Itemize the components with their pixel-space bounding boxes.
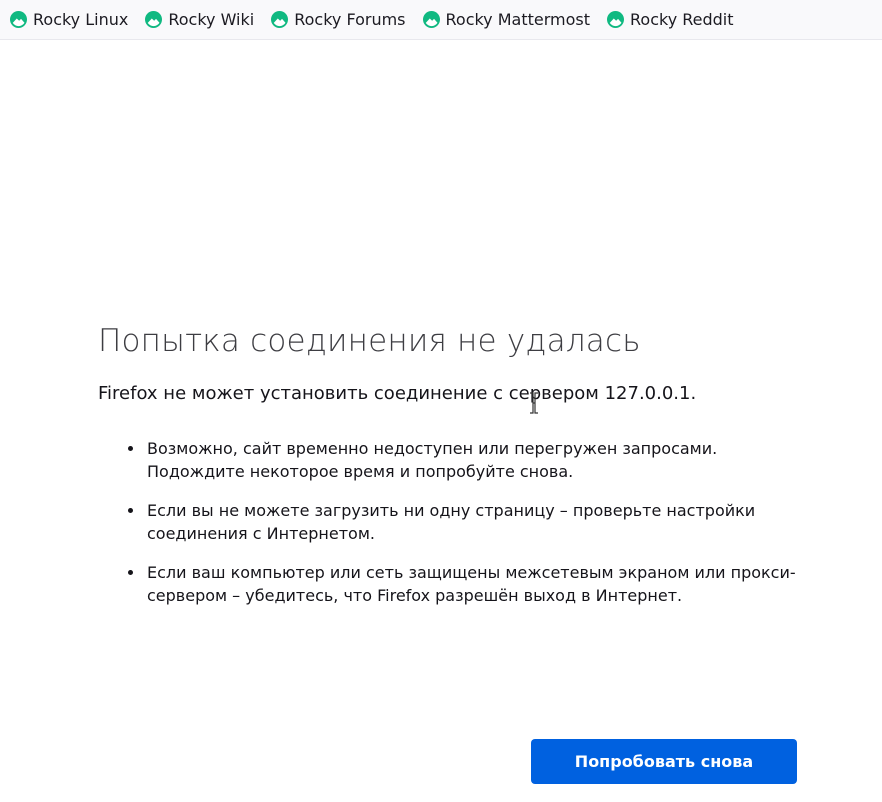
rocky-logo-icon	[10, 11, 27, 28]
bookmark-label: Rocky Reddit	[630, 10, 734, 29]
suggestion-item: Возможно, сайт временно недоступен или п…	[145, 437, 798, 483]
rocky-logo-icon	[607, 11, 625, 28]
error-title: Попытка соединения не удалась	[98, 323, 641, 359]
rocky-logo-icon	[271, 11, 289, 28]
bookmark-rocky-wiki[interactable]: Rocky Wiki	[145, 10, 254, 29]
bookmarks-toolbar: Rocky Linux Rocky Wiki Rocky Forums Rock…	[0, 0, 882, 40]
bookmark-label: Rocky Mattermost	[445, 10, 591, 29]
bookmark-rocky-linux[interactable]: Rocky Linux	[10, 10, 128, 29]
suggestion-item: Если вы не можете загрузить ни одну стра…	[145, 499, 798, 545]
rocky-logo-icon	[422, 11, 440, 28]
bookmark-label: Rocky Linux	[33, 10, 129, 29]
rocky-logo-icon	[145, 11, 163, 28]
bookmark-label: Rocky Forums	[294, 10, 406, 29]
error-description: Firefox не может установить соединение с…	[98, 383, 697, 404]
suggestion-list: Возможно, сайт временно недоступен или п…	[98, 437, 798, 607]
bookmark-rocky-forums[interactable]: Rocky Forums	[271, 10, 406, 29]
suggestion-item: Если ваш компьютер или сеть защищены меж…	[145, 561, 798, 607]
error-container: Попытка соединения не удалась Firefox не…	[98, 323, 798, 623]
bookmark-rocky-mattermost[interactable]: Rocky Mattermost	[422, 10, 591, 29]
bookmark-label: Rocky Wiki	[168, 10, 255, 29]
bookmark-rocky-reddit[interactable]: Rocky Reddit	[607, 10, 734, 29]
retry-button[interactable]: Попробовать снова	[531, 739, 797, 784]
